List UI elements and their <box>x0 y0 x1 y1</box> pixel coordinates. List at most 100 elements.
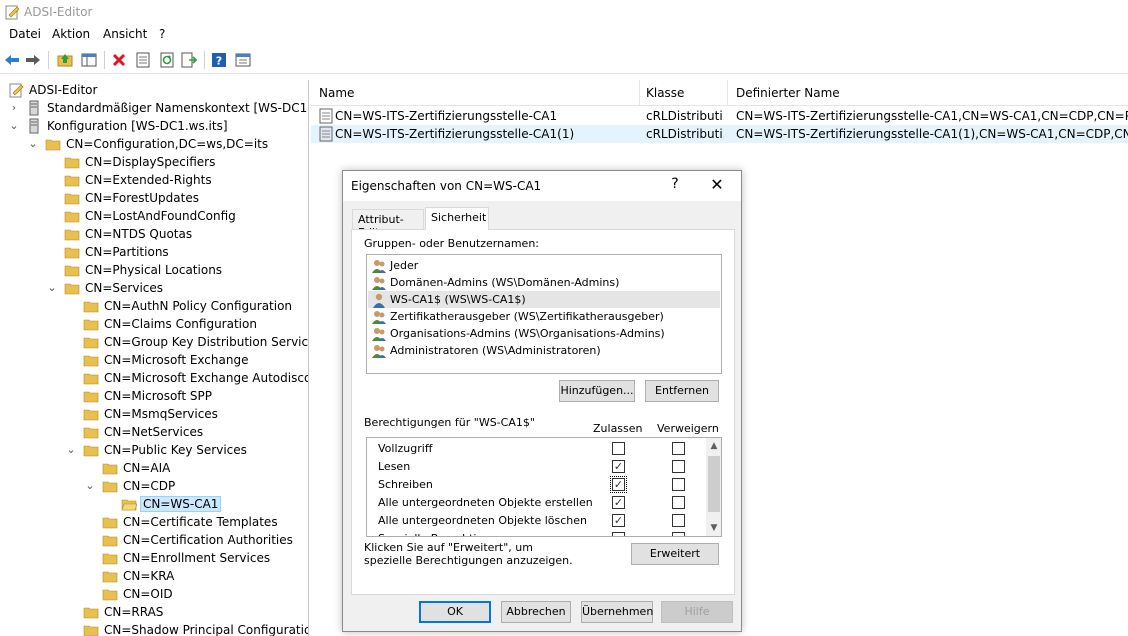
user-list-item[interactable]: WS-CA1$ (WS\WS-CA1$) <box>368 291 720 308</box>
permissions-scrollbar[interactable]: ▲ ▼ <box>706 438 721 536</box>
group-icon <box>371 275 387 291</box>
menu-ansicht[interactable]: Ansicht <box>103 27 147 41</box>
deny-checkbox[interactable] <box>672 460 685 473</box>
folder-icon <box>102 586 118 602</box>
refresh-icon[interactable] <box>158 51 176 69</box>
column-separator[interactable] <box>639 80 640 106</box>
allow-checkbox[interactable]: ✓ <box>610 476 627 493</box>
permission-label: Spezielle Berechtigungen <box>378 532 518 536</box>
tab-sicherheit[interactable]: Sicherheit <box>425 207 489 230</box>
deny-checkbox[interactable] <box>672 532 685 536</box>
scroll-down-icon[interactable]: ▼ <box>706 520 721 536</box>
list-row[interactable]: CN=WS-ITS-Zertifizierungsstelle-CA1 cRLD… <box>311 107 1128 125</box>
apply-button[interactable]: Übernehmen <box>581 601 653 623</box>
tree-item-label: CN=Partitions <box>85 245 169 259</box>
up-folder-icon[interactable] <box>56 51 74 69</box>
deny-checkbox[interactable] <box>672 442 685 455</box>
allow-checkbox[interactable] <box>612 532 625 536</box>
tree-item-label: CN=Certificate Templates <box>123 515 278 529</box>
close-icon[interactable]: ✕ <box>705 175 729 194</box>
cancel-button[interactable]: Abbrechen <box>501 601 571 623</box>
user-name: Domänen-Admins (WS\Domänen-Admins) <box>390 276 620 289</box>
chevron-down-icon[interactable]: ⌄ <box>8 120 20 132</box>
back-arrow-icon[interactable] <box>3 51 21 69</box>
folder-icon <box>102 532 118 548</box>
help-icon[interactable]: ? <box>210 51 228 69</box>
folder-icon <box>64 226 80 242</box>
tree-item-label: CN=ForestUpdates <box>85 191 199 205</box>
column-dn[interactable]: Definierter Name <box>736 86 840 100</box>
remove-button[interactable]: Entfernen <box>645 380 719 402</box>
view-icon[interactable] <box>234 51 252 69</box>
row-klasse: cRLDistributi... <box>646 127 724 141</box>
advanced-button[interactable]: Erweitert <box>631 543 719 565</box>
permission-label: Alle untergeordneten Objekte erstellen <box>378 496 593 509</box>
user-list-item[interactable]: Administratoren (WS\Administratoren) <box>368 342 720 359</box>
title-bar: ADSI-Editor <box>0 0 1128 24</box>
folder-icon <box>102 478 118 494</box>
row-dn: CN=WS-ITS-Zertifizierungsstelle-CA1(1),C… <box>736 127 1128 141</box>
scroll-up-icon[interactable]: ▲ <box>706 438 721 454</box>
group-icon <box>371 343 387 359</box>
help-context-button[interactable]: ? <box>665 176 685 192</box>
folder-icon <box>64 208 80 224</box>
properties-icon[interactable] <box>134 51 152 69</box>
column-klasse[interactable]: Klasse <box>646 86 684 100</box>
allow-checkbox[interactable] <box>612 442 625 455</box>
chevron-right-icon[interactable]: › <box>8 102 20 114</box>
toolbar-separator <box>48 51 49 69</box>
column-name[interactable]: Name <box>319 86 354 100</box>
show-hide-tree-icon[interactable] <box>80 51 98 69</box>
user-list[interactable]: Jeder Domänen-Admins (WS\Domänen-Admins) W… <box>366 254 722 374</box>
forward-arrow-icon[interactable] <box>24 51 42 69</box>
chevron-down-icon[interactable]: ⌄ <box>65 444 77 456</box>
folder-icon <box>83 334 99 350</box>
security-tab-panel: Gruppen- oder Benutzernamen: Jeder Domäne… <box>351 229 735 595</box>
column-separator[interactable] <box>727 80 728 106</box>
user-name: WS-CA1$ (WS\WS-CA1$) <box>390 293 526 306</box>
group-icon <box>371 326 387 342</box>
chevron-down-icon[interactable]: ⌄ <box>46 282 58 294</box>
list-row-selected[interactable]: CN=WS-ITS-Zertifizierungsstelle-CA1(1) c… <box>311 125 1128 143</box>
menu-datei[interactable]: Datei <box>9 27 41 41</box>
toolbar: ? <box>0 46 1128 74</box>
menu-help[interactable]: ? <box>159 27 165 41</box>
deny-checkbox[interactable] <box>672 478 685 491</box>
export-list-icon[interactable] <box>180 51 198 69</box>
help-button[interactable]: Hilfe <box>661 601 733 623</box>
folder-icon <box>102 514 118 530</box>
add-button[interactable]: Hinzufügen... <box>559 380 635 402</box>
menu-aktion[interactable]: Aktion <box>52 27 90 41</box>
properties-dialog: Eigenschaften von CN=WS-CA1 ? ✕ Attribut… <box>342 170 742 632</box>
tree-item-label: CN=Configuration,DC=ws,DC=its <box>66 137 269 151</box>
scroll-thumb[interactable] <box>708 456 720 512</box>
tree-item-label: CN=RRAS <box>104 605 164 619</box>
user-list-item[interactable]: Zertifikatherausgeber (WS\Zertifikathera… <box>368 308 720 325</box>
permissions-list[interactable]: ▲ ▼ Vollzugriff Lesen ✓ Schreiben ✓ Alle unte… <box>366 437 722 537</box>
user-list-item[interactable]: Jeder <box>368 257 720 274</box>
folder-icon <box>83 388 99 404</box>
user-list-item[interactable]: Domänen-Admins (WS\Domänen-Admins) <box>368 274 720 291</box>
deny-checkbox[interactable] <box>672 514 685 527</box>
delete-icon[interactable] <box>110 51 128 69</box>
chevron-down-icon[interactable]: ⌄ <box>84 480 96 492</box>
permission-row: Vollzugriff <box>367 440 705 458</box>
tree-item-label: CN=LostAndFoundConfig <box>85 209 236 223</box>
ok-button[interactable]: OK <box>419 601 491 623</box>
document-icon <box>319 108 333 124</box>
tab-attribut-editor[interactable]: Attribut-Editor <box>352 209 424 239</box>
allow-checkbox[interactable]: ✓ <box>612 496 625 509</box>
permission-label: Schreiben <box>378 478 433 491</box>
user-list-item[interactable]: Organisations-Admins (WS\Organisations-A… <box>368 325 720 342</box>
tree-item-label: CN=Shadow Principal Configuration <box>104 623 309 636</box>
tree-item-label: CN=AIA <box>123 461 171 475</box>
folder-icon <box>83 370 99 386</box>
tree-pane[interactable]: ADSI-Editor › Standardmäßiger Namenskontex… <box>0 80 309 636</box>
allow-checkbox[interactable]: ✓ <box>612 460 625 473</box>
row-klasse: cRLDistributi... <box>646 109 724 123</box>
chevron-down-icon[interactable]: ⌄ <box>27 138 39 150</box>
tree-item-label: CN=NTDS Quotas <box>85 227 193 241</box>
allow-checkbox[interactable]: ✓ <box>612 514 625 527</box>
deny-checkbox[interactable] <box>672 496 685 509</box>
tree-item-label: CN=Services <box>85 281 164 295</box>
